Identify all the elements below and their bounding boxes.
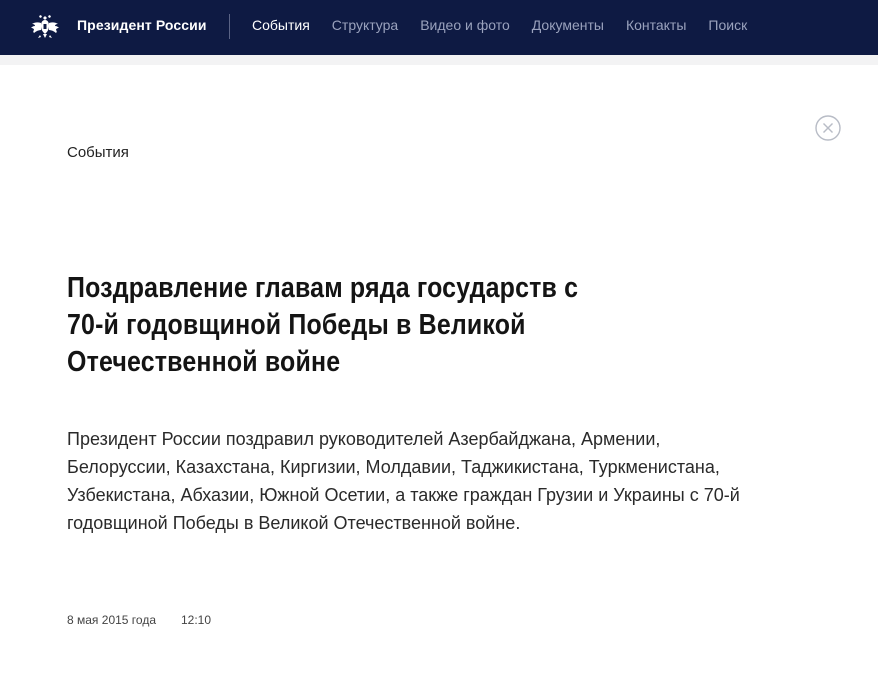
article-lead: Президент России поздравил руководителей…: [67, 429, 740, 533]
site-title-link[interactable]: Президент России: [77, 17, 207, 33]
nav-item-events[interactable]: События: [252, 17, 310, 33]
article-meta: 8 мая 2015 года 12:10: [67, 613, 211, 627]
header-divider: [229, 14, 230, 39]
article-time: 12:10: [181, 613, 212, 627]
top-navigation-bar: Президент России События Структура Видео…: [0, 0, 878, 55]
nav-item-search[interactable]: Поиск: [708, 17, 747, 33]
nav-item-documents[interactable]: Документы: [532, 17, 604, 33]
article-title: Поздравление главам ряда государств с 70…: [67, 272, 579, 378]
main-nav: События Структура Видео и фото Документы…: [252, 17, 769, 33]
header-shadow-strip: [0, 55, 878, 65]
article-date: 8 мая 2015 года: [67, 613, 156, 627]
nav-item-contacts[interactable]: Контакты: [626, 17, 686, 33]
nav-item-video-photo[interactable]: Видео и фото: [420, 17, 510, 33]
close-icon[interactable]: [815, 115, 841, 141]
section-breadcrumb-link[interactable]: События: [67, 144, 129, 161]
emblem-icon[interactable]: [29, 10, 61, 42]
nav-item-structure[interactable]: Структура: [332, 17, 398, 33]
